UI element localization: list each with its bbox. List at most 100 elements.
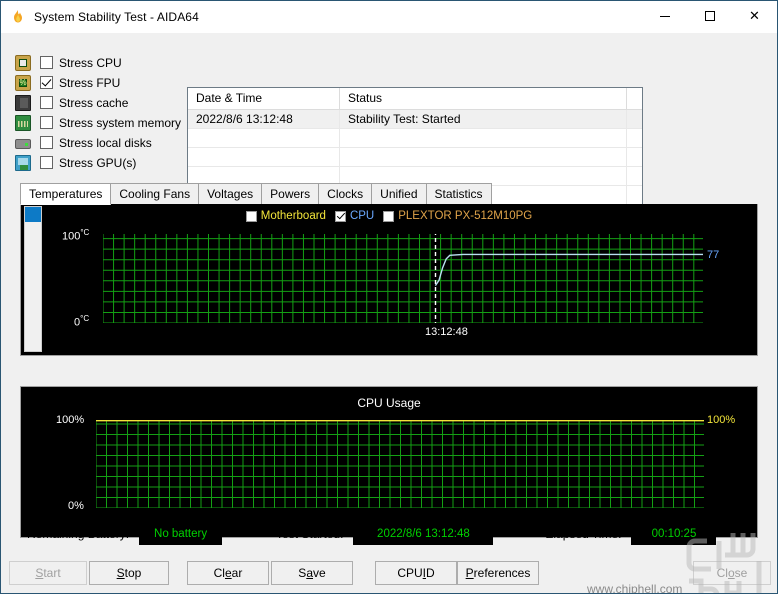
log-cell-status <box>340 148 627 167</box>
button-label-suffix: ar <box>231 566 243 580</box>
button-accelerator-key: e <box>224 566 232 580</box>
window-title: System Stability Test - AIDA64 <box>34 9 199 24</box>
tab-powers[interactable]: Powers <box>261 183 320 205</box>
stress-option-checkbox[interactable] <box>40 156 53 169</box>
legend-item[interactable]: CPU <box>334 210 374 222</box>
stop-button[interactable]: Stop <box>89 561 169 585</box>
maximize-button[interactable] <box>687 1 732 32</box>
cache-chip-icon <box>15 94 31 111</box>
stress-option-checkbox[interactable] <box>40 136 53 149</box>
button-label-prefix: CPU <box>397 566 423 580</box>
log-cell-extra <box>627 129 642 148</box>
log-cell-status <box>340 129 627 148</box>
gpu-card-icon <box>15 154 31 171</box>
stress-option-label: Stress FPU <box>59 75 121 90</box>
test-started-label: Test Started: <box>276 527 344 541</box>
preferences-button[interactable]: Preferences <box>457 561 539 585</box>
stress-option-checkbox[interactable] <box>40 116 53 129</box>
hard-disk-icon <box>15 139 31 149</box>
chart-tab-strip: Temperatures Cooling Fans Voltages Powers Cl… <box>20 183 758 205</box>
stress-option-row[interactable]: Stress cache <box>15 93 185 112</box>
button-label-suffix: tart <box>43 566 61 580</box>
temp-x-axis-marker-label: 13:12:48 <box>425 326 468 338</box>
client-area: Stress CPU% Stress FPU Stress cache Stress … <box>1 33 777 593</box>
legend-label: Motherboard <box>260 210 326 222</box>
temperature-panel-scrollbar[interactable] <box>24 206 42 352</box>
button-label-suffix: ve <box>313 566 326 580</box>
remaining-battery-value: No battery <box>139 523 223 545</box>
maximize-icon <box>704 11 715 21</box>
cpu-current-value-label: 100% <box>707 414 736 426</box>
legend-item[interactable]: PLEXTOR PX-512M10PG <box>383 210 532 222</box>
button-label-suffix: top <box>124 566 142 580</box>
remaining-battery-label: Remaining Battery: <box>27 527 130 541</box>
stress-option-checkbox[interactable] <box>40 76 53 89</box>
button-accelerator-key: a <box>306 566 313 580</box>
close-icon: ✕ <box>749 8 760 24</box>
cpuid-button[interactable]: CPU I D <box>375 561 457 585</box>
legend-item[interactable]: Motherboard <box>245 210 326 222</box>
log-cell-extra <box>627 148 642 167</box>
stress-options-list: Stress CPU% Stress FPU Stress cache Stress … <box>15 53 185 173</box>
stress-option-label: Stress system memory <box>59 115 182 130</box>
save-button[interactable]: Sa ve <box>271 561 353 585</box>
stress-option-row[interactable]: Stress local disks <box>15 133 185 152</box>
log-cell-extra <box>627 110 642 129</box>
button-label-prefix: Cl <box>213 566 225 580</box>
table-row[interactable] <box>188 148 642 167</box>
legend-checkbox[interactable] <box>245 210 257 222</box>
title-bar: System Stability Test - AIDA64 ✕ <box>1 1 777 33</box>
temp-current-value-label: 77 <box>707 249 720 261</box>
button-accelerator-key: S <box>35 566 44 580</box>
cpu-usage-title: CPU Usage <box>357 396 421 410</box>
stress-option-checkbox[interactable] <box>40 56 53 69</box>
tab-unified[interactable]: Unified <box>371 183 427 205</box>
stress-option-row[interactable]: % Stress FPU <box>15 73 185 92</box>
log-cell-datetime <box>188 129 340 148</box>
stress-option-row[interactable]: Stress CPU <box>15 53 185 72</box>
elapsed-time-label: Elapsed Time: <box>545 527 622 541</box>
button-label-prefix: S <box>298 566 307 580</box>
close-window-button[interactable]: ✕ <box>732 1 777 32</box>
cpu-y-axis-bottom-label: 0% <box>68 500 84 512</box>
tab-temperatures[interactable]: Temperatures <box>20 183 112 205</box>
temp-y-axis-top-label: 100°C <box>62 228 90 243</box>
legend-checkbox[interactable] <box>334 210 346 222</box>
cpu-usage-plot-area <box>96 420 704 508</box>
start-button: Start <box>9 561 87 585</box>
column-header-extra[interactable] <box>627 88 642 110</box>
watermark-text: www.chiphell.com <box>587 582 683 594</box>
button-accelerator-key: o <box>727 566 735 580</box>
column-header-datetime[interactable]: Date & Time <box>188 88 340 110</box>
log-cell-status: Stability Test: Started <box>340 110 627 129</box>
percent-glyph: % <box>19 77 27 87</box>
test-started-value: 2022/8/6 13:12:48 <box>353 523 494 545</box>
stress-option-checkbox[interactable] <box>40 96 53 109</box>
tab-cooling-fans[interactable]: Cooling Fans <box>110 183 200 205</box>
button-label-suffix: D <box>426 566 435 580</box>
button-label-suffix: se <box>734 566 748 580</box>
legend-label: PLEXTOR PX-512M10PG <box>398 210 533 222</box>
tab-statistics[interactable]: Statistics <box>425 183 492 205</box>
minimize-button[interactable] <box>642 1 687 32</box>
column-header-status[interactable]: Status <box>340 88 627 110</box>
cpu-y-axis-top-label: 100% <box>56 414 85 426</box>
tab-voltages[interactable]: Voltages <box>198 183 263 205</box>
stress-option-row[interactable]: Stress GPU(s) <box>15 153 185 172</box>
stress-option-label: Stress CPU <box>59 55 122 70</box>
close-button: Cl o se <box>693 561 771 585</box>
log-cell-datetime: 2022/8/6 13:12:48 <box>188 110 340 129</box>
button-label-prefix: Cl <box>716 566 728 580</box>
tab-clocks[interactable]: Clocks <box>318 183 373 205</box>
clear-button[interactable]: Cl e ar <box>187 561 269 585</box>
legend-checkbox[interactable] <box>383 210 395 222</box>
table-row[interactable]: 2022/8/6 13:12:48 Stability Test: Started <box>188 110 642 129</box>
cpu-chip-icon <box>15 54 31 71</box>
window-controls: ✕ <box>642 1 777 33</box>
stress-option-row[interactable]: Stress system memory <box>15 113 185 132</box>
button-accelerator-key: P <box>465 566 474 580</box>
elapsed-time-value: 00:10:25 <box>631 523 717 545</box>
stress-option-label: Stress GPU(s) <box>59 155 137 170</box>
fpu-chip-icon: % <box>15 74 31 91</box>
table-row[interactable] <box>188 129 642 148</box>
